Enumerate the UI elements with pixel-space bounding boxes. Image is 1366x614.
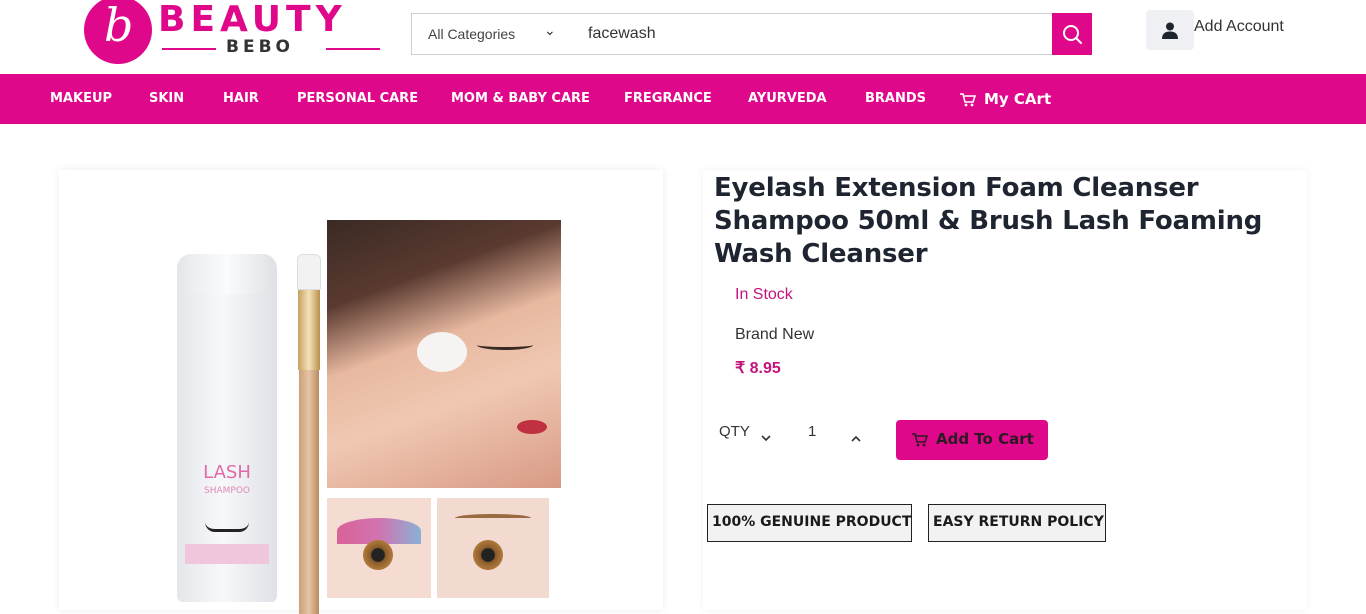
nav-item-personal-care[interactable]: PERSONAL CARE bbox=[297, 91, 418, 107]
nav-item-fragrance[interactable]: FREGRANCE bbox=[624, 91, 712, 107]
closed-eye bbox=[477, 340, 533, 350]
bottle-label: LASH bbox=[203, 462, 251, 483]
chevron-down-icon[interactable]: ⌄ bbox=[544, 23, 556, 39]
logo-mark: b bbox=[84, 0, 152, 64]
search-icon bbox=[1063, 25, 1082, 44]
brush-illustration bbox=[297, 254, 321, 614]
nav-item-ayurveda[interactable]: AYURVEDA bbox=[748, 91, 827, 107]
user-icon-box[interactable] bbox=[1146, 10, 1194, 50]
cart-icon bbox=[912, 433, 928, 447]
product-title: Eyelash Extension Foam Cleanser Shampoo … bbox=[714, 173, 1263, 269]
product-bottle-illustration: LASH SHAMPOO bbox=[177, 254, 277, 602]
iris bbox=[473, 540, 503, 570]
qty-decrease-button[interactable] bbox=[758, 428, 774, 448]
logo-main-text: BEAUTY bbox=[158, 0, 347, 40]
nav-item-hair[interactable]: HAIR bbox=[223, 91, 259, 107]
iris bbox=[363, 540, 393, 570]
easy-return-badge: EASY RETURN POLICY bbox=[928, 504, 1106, 542]
cotton-pad bbox=[417, 332, 467, 372]
qty-input[interactable]: 1 bbox=[808, 423, 816, 440]
nav-cart-label: My CArt bbox=[984, 90, 1052, 108]
lips bbox=[517, 420, 547, 434]
account-menu[interactable]: Add Account bbox=[1146, 10, 1306, 50]
search-input[interactable] bbox=[588, 21, 1048, 47]
brush-tip bbox=[297, 254, 321, 290]
add-account-link[interactable]: Add Account bbox=[1194, 18, 1284, 36]
qty-increase-button[interactable] bbox=[848, 428, 864, 448]
model-face-photo bbox=[327, 220, 561, 488]
nav-item-brands[interactable]: BRANDS bbox=[865, 91, 926, 107]
search-button[interactable] bbox=[1052, 13, 1092, 55]
add-to-cart-button[interactable]: Add To Cart bbox=[896, 420, 1048, 460]
bottle-sub-label: SHAMPOO bbox=[204, 486, 250, 496]
eye-after-photo bbox=[437, 498, 549, 598]
search-bar: All Categories ⌄ bbox=[411, 13, 1092, 55]
product-condition: Brand New bbox=[735, 326, 815, 343]
brush-ferrule bbox=[298, 290, 320, 370]
nav-item-makeup[interactable]: MAKEUP bbox=[50, 91, 112, 107]
add-to-cart-label: Add To Cart bbox=[936, 430, 1034, 448]
genuine-product-badge: 100% GENUINE PRODUCT bbox=[707, 504, 912, 542]
brush-handle bbox=[299, 370, 319, 614]
category-select[interactable]: All Categories bbox=[428, 26, 515, 42]
chevron-up-icon bbox=[851, 435, 861, 442]
bottle-band bbox=[185, 544, 269, 564]
cart-icon bbox=[960, 93, 976, 107]
logo-initial: b bbox=[104, 0, 134, 52]
site-header: b BEAUTY BEBO All Categories ⌄ Add Accou… bbox=[0, 0, 1366, 74]
nav-item-skin[interactable]: SKIN bbox=[149, 91, 184, 107]
nav-item-mom-baby-care[interactable]: MOM & BABY CARE bbox=[451, 91, 590, 107]
main-nav: MAKEUP SKIN HAIR PERSONAL CARE MOM & BAB… bbox=[0, 74, 1366, 124]
product-price: ₹ 8.95 bbox=[735, 360, 781, 377]
eyebrow bbox=[455, 514, 531, 522]
logo-sub-text: BEBO bbox=[226, 37, 294, 57]
chevron-down-icon bbox=[761, 435, 771, 442]
logo-divider-left bbox=[162, 48, 216, 50]
stock-status: In Stock bbox=[735, 286, 793, 303]
eyelash-graphic bbox=[205, 522, 249, 532]
eye-before-photo bbox=[327, 498, 431, 598]
logo-divider-right bbox=[326, 48, 380, 50]
qty-label: QTY bbox=[719, 423, 750, 440]
bottle-cap bbox=[185, 254, 269, 294]
site-logo[interactable]: b BEAUTY BEBO bbox=[84, 0, 384, 72]
user-icon bbox=[1162, 22, 1178, 39]
product-image[interactable]: LASH SHAMPOO bbox=[59, 170, 663, 614]
